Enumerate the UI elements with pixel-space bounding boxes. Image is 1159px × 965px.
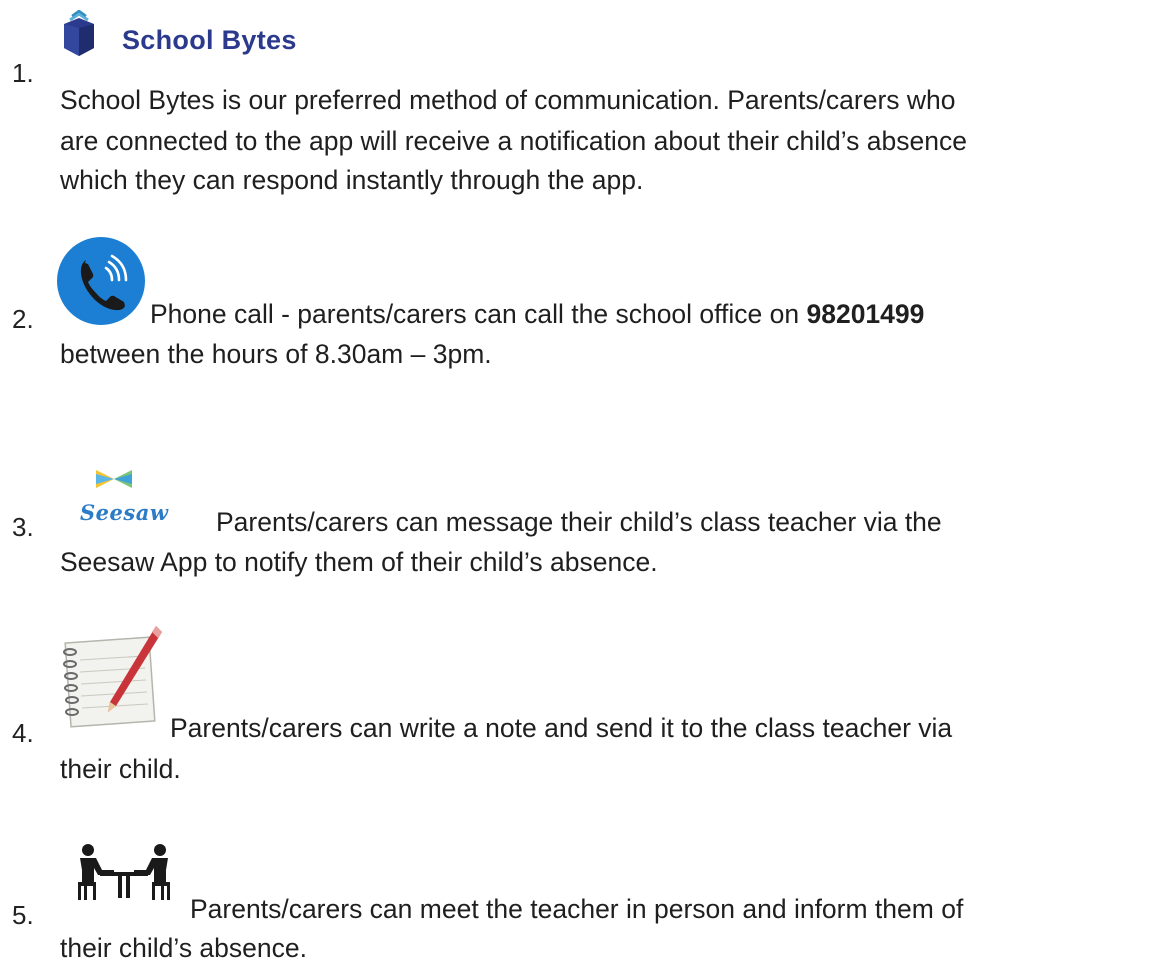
- item-number: 5.: [12, 900, 34, 930]
- item-3-line-1: Parents/carers can message their child’s…: [216, 507, 942, 537]
- phone-call-text: Phone call - parents/carers can call the…: [150, 299, 807, 329]
- school-bytes-title: School Bytes: [122, 25, 297, 55]
- seesaw-wordmark: Seesaw: [80, 500, 169, 525]
- school-bytes-logo-icon: [58, 9, 100, 62]
- item-2-line-1: Phone call - parents/carers can call the…: [150, 298, 924, 330]
- item-number: 1.: [12, 58, 34, 88]
- item-number: 4.: [12, 718, 34, 748]
- item-4-line-2: their child.: [60, 754, 181, 784]
- seesaw-logo-icon: [94, 466, 134, 492]
- absence-notification-page: 1. School Bytes School Bytes is our pref…: [0, 0, 1159, 965]
- meeting-people-icon: [74, 842, 174, 902]
- item-1-line-1: School Bytes is our preferred method of …: [60, 85, 956, 115]
- item-2-line-2: between the hours of 8.30am – 3pm.: [60, 339, 492, 369]
- item-1-line-2: are connected to the app will receive a …: [60, 126, 967, 156]
- notepad-pencil-icon: [58, 622, 168, 728]
- phone-call-icon: [56, 236, 146, 326]
- item-number: 3.: [12, 512, 34, 542]
- school-phone-number: 98201499: [806, 299, 925, 329]
- item-3-line-2: Seesaw App to notify them of their child…: [60, 547, 658, 577]
- item-number: 2.: [12, 304, 34, 334]
- item-4-line-1: Parents/carers can write a note and send…: [170, 713, 953, 743]
- item-5-line-1: Parents/carers can meet the teacher in p…: [190, 894, 964, 924]
- item-5-line-2: their child’s absence.: [60, 933, 307, 963]
- item-1-line-3: which they can respond instantly through…: [60, 165, 644, 195]
